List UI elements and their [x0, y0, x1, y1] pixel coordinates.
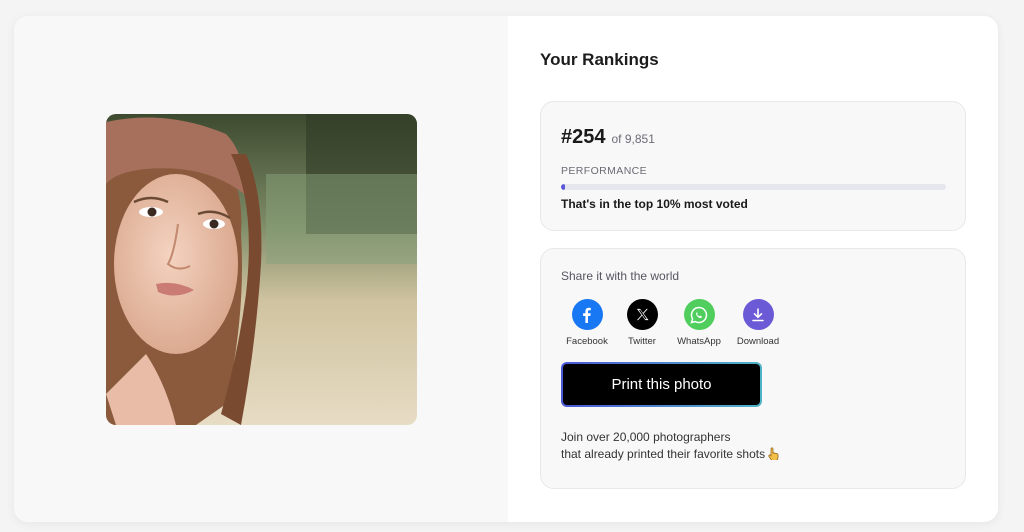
page-title: Your Rankings: [540, 50, 659, 69]
social-buttons: Facebook Twitter WhatsApp Download: [561, 299, 789, 347]
share-label: Share it with the world: [561, 269, 680, 283]
performance-label: PERFORMANCE: [561, 165, 648, 177]
whatsapp-icon: [683, 299, 715, 330]
join-line-2: that already printed their favorite shot…: [561, 446, 779, 465]
performance-bar: [561, 184, 946, 190]
print-photo-label: Print this photo: [563, 364, 760, 405]
facebook-button[interactable]: Facebook: [561, 299, 613, 347]
twitter-label: Twitter: [628, 336, 656, 347]
share-box: Share it with the world Facebook Twitter: [540, 248, 966, 489]
download-button[interactable]: Download: [729, 299, 787, 347]
join-text: Join over 20,000 photographers that alre…: [561, 429, 779, 465]
portrait-image: [106, 114, 417, 425]
result-card: Your Rankings #254 of 9,851 PERFORMANCE …: [14, 16, 998, 522]
rankings-panel: Your Rankings #254 of 9,851 PERFORMANCE …: [508, 16, 998, 522]
performance-text: That's in the top 10% most voted: [561, 197, 748, 211]
x-twitter-icon: [626, 299, 658, 330]
pointing-hand-icon: [768, 447, 779, 465]
join-line-1: Join over 20,000 photographers: [561, 430, 731, 444]
facebook-icon: [571, 299, 603, 330]
facebook-label: Facebook: [566, 336, 608, 347]
photo: [106, 114, 417, 425]
twitter-button[interactable]: Twitter: [615, 299, 669, 347]
download-icon: [742, 299, 774, 330]
whatsapp-label: WhatsApp: [677, 336, 721, 347]
rank-box: #254 of 9,851 PERFORMANCE That's in the …: [540, 101, 966, 231]
download-label: Download: [736, 336, 780, 347]
performance-bar-fill: [561, 184, 565, 190]
print-photo-button[interactable]: Print this photo: [561, 362, 762, 407]
rank-line: #254 of 9,851: [561, 126, 655, 149]
join-line-2-text: that already printed their favorite shot…: [561, 447, 766, 461]
whatsapp-button[interactable]: WhatsApp: [671, 299, 727, 347]
rank-total: of 9,851: [611, 132, 655, 146]
rank-number: #254: [561, 126, 606, 148]
